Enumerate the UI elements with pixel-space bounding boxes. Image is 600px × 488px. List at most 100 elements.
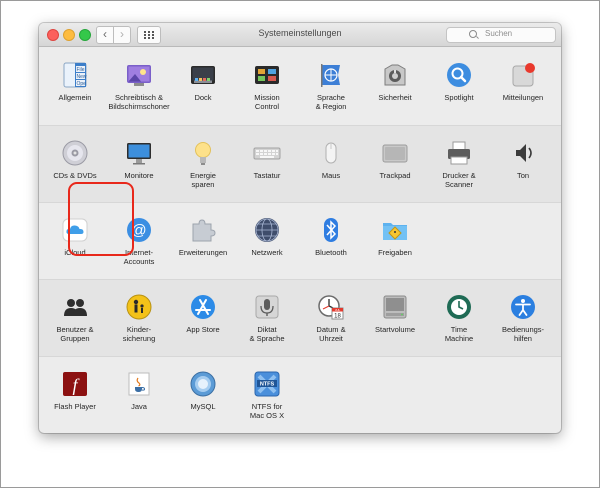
- spotlight-icon: [445, 61, 473, 89]
- titlebar: ‹ › Systemeinstellungen Suchen: [39, 23, 561, 47]
- svg-text:New: New: [77, 74, 87, 80]
- pref-startup-disk[interactable]: Startvolume: [363, 283, 427, 353]
- general-icon: File New Ope: [61, 61, 89, 89]
- pref-label: Trackpad: [379, 171, 411, 180]
- pref-dictation-speech[interactable]: Diktat & Sprache: [235, 283, 299, 353]
- notifications-icon: [509, 61, 537, 89]
- trackpad-icon: [381, 139, 409, 167]
- security-icon: [381, 61, 409, 89]
- pref-label: Kinder- sicherung: [122, 325, 156, 343]
- pref-app-store[interactable]: App Store: [171, 283, 235, 353]
- pref-mission-control[interactable]: Mission Control: [235, 51, 299, 121]
- pref-label: NTFS for Mac OS X: [249, 402, 285, 420]
- pref-label: Ton: [516, 171, 530, 180]
- pref-language-region[interactable]: Sprache & Region: [299, 51, 363, 121]
- pref-label: Bedienungs- hilfen: [501, 325, 545, 343]
- pref-extensions[interactable]: Erweiterungen: [171, 206, 235, 276]
- pref-java[interactable]: Java: [107, 360, 171, 430]
- pref-label: Erweiterungen: [178, 248, 228, 257]
- pref-desktop-screensaver[interactable]: Schreibtisch & Bildschirmschoner: [107, 51, 171, 121]
- pref-printer-scanner[interactable]: Drucker & Scanner: [427, 129, 491, 199]
- parental-controls-icon: [125, 293, 153, 321]
- section-personal: File New Ope Allgemein Schreibtisch & Bi…: [39, 47, 561, 124]
- svg-text:Ope: Ope: [77, 81, 87, 87]
- language-region-icon: [317, 61, 345, 89]
- pref-label: Netzwerk: [251, 248, 283, 257]
- pref-trackpad[interactable]: Trackpad: [363, 129, 427, 199]
- mouse-icon: [317, 139, 345, 167]
- pref-notifications[interactable]: Mitteilungen: [491, 51, 555, 121]
- pref-ntfs[interactable]: NTFS NTFS for Mac OS X: [235, 360, 299, 430]
- section-other: f Flash Player Java MySQL NTFS NTFS for …: [39, 356, 561, 433]
- displays-icon: [125, 139, 153, 167]
- desktop-screensaver-icon: [125, 61, 153, 89]
- network-icon: [253, 216, 281, 244]
- flash-player-icon: f: [61, 370, 89, 398]
- pref-label: Monitore: [124, 171, 154, 180]
- section-system: Benutzer & Gruppen Kinder- sicherung App…: [39, 279, 561, 356]
- energy-saver-icon: [189, 139, 217, 167]
- pref-label: Time Machine: [444, 325, 474, 343]
- pref-label: Benutzer & Gruppen: [56, 325, 94, 343]
- svg-text:File: File: [77, 67, 85, 73]
- pref-label: App Store: [186, 325, 220, 334]
- pref-spotlight[interactable]: Spotlight: [427, 51, 491, 121]
- java-icon: [125, 370, 153, 398]
- pref-label: Mitteilungen: [502, 93, 544, 102]
- pref-label: Drucker & Scanner: [442, 171, 476, 189]
- pref-mouse[interactable]: Maus: [299, 129, 363, 199]
- pref-label: Flash Player: [54, 402, 96, 411]
- pref-label: Datum & Uhrzeit: [316, 325, 346, 343]
- pref-keyboard[interactable]: Tastatur: [235, 129, 299, 199]
- accessibility-icon: [509, 293, 537, 321]
- pref-time-machine[interactable]: Time Machine: [427, 283, 491, 353]
- sound-icon: [509, 139, 537, 167]
- pref-label: Java: [131, 402, 147, 411]
- pref-network[interactable]: Netzwerk: [235, 206, 299, 276]
- time-machine-icon: [445, 293, 473, 321]
- pref-label: Energie sparen: [190, 171, 216, 189]
- pref-flash-player[interactable]: f Flash Player: [43, 360, 107, 430]
- pref-label: Startvolume: [374, 325, 416, 334]
- pref-dock[interactable]: Dock: [171, 51, 235, 121]
- pref-general[interactable]: File New Ope Allgemein: [43, 51, 107, 121]
- pref-bluetooth[interactable]: Bluetooth: [299, 206, 363, 276]
- svg-text:18: 18: [334, 314, 341, 320]
- pref-sound[interactable]: Ton: [491, 129, 555, 199]
- pref-label: CDs & DVDs: [53, 171, 97, 180]
- mission-control-icon: [253, 61, 281, 89]
- pref-label: Sprache & Region: [315, 93, 347, 111]
- pref-label: Allgemein: [58, 93, 92, 102]
- pref-sharing[interactable]: Freigaben: [363, 206, 427, 276]
- pref-mysql[interactable]: MySQL: [171, 360, 235, 430]
- pref-label: MySQL: [190, 402, 216, 411]
- search-field[interactable]: Suchen: [446, 27, 556, 43]
- bluetooth-icon: [317, 216, 345, 244]
- date-time-icon: JUL 18: [317, 293, 345, 321]
- pref-label: Freigaben: [378, 248, 412, 257]
- extensions-icon: [189, 216, 217, 244]
- pref-energy-saver[interactable]: Energie sparen: [171, 129, 235, 199]
- pref-label: Dock: [194, 93, 212, 102]
- search-icon: [469, 30, 477, 38]
- startup-disk-icon: [381, 293, 409, 321]
- pref-label: Diktat & Sprache: [249, 325, 285, 343]
- sharing-icon: [381, 216, 409, 244]
- pref-users-groups[interactable]: Benutzer & Gruppen: [43, 283, 107, 353]
- pref-security[interactable]: Sicherheit: [363, 51, 427, 121]
- svg-text:JUL: JUL: [335, 308, 341, 312]
- ntfs-icon: NTFS: [253, 370, 281, 398]
- keyboard-icon: [253, 139, 281, 167]
- search-placeholder: Suchen: [485, 29, 513, 38]
- highlight-circle: [68, 182, 134, 256]
- pref-label: Tastatur: [253, 171, 281, 180]
- pref-label: Maus: [321, 171, 341, 180]
- pref-label: Schreibtisch & Bildschirmschoner: [108, 93, 170, 111]
- pref-parental-controls[interactable]: Kinder- sicherung: [107, 283, 171, 353]
- pref-accessibility[interactable]: Bedienungs- hilfen: [491, 283, 555, 353]
- dock-icon: [189, 61, 217, 89]
- printer-scanner-icon: [445, 139, 473, 167]
- pref-label: Mission Control: [254, 93, 280, 111]
- svg-text:NTFS: NTFS: [260, 382, 275, 388]
- pref-date-time[interactable]: JUL 18 Datum & Uhrzeit: [299, 283, 363, 353]
